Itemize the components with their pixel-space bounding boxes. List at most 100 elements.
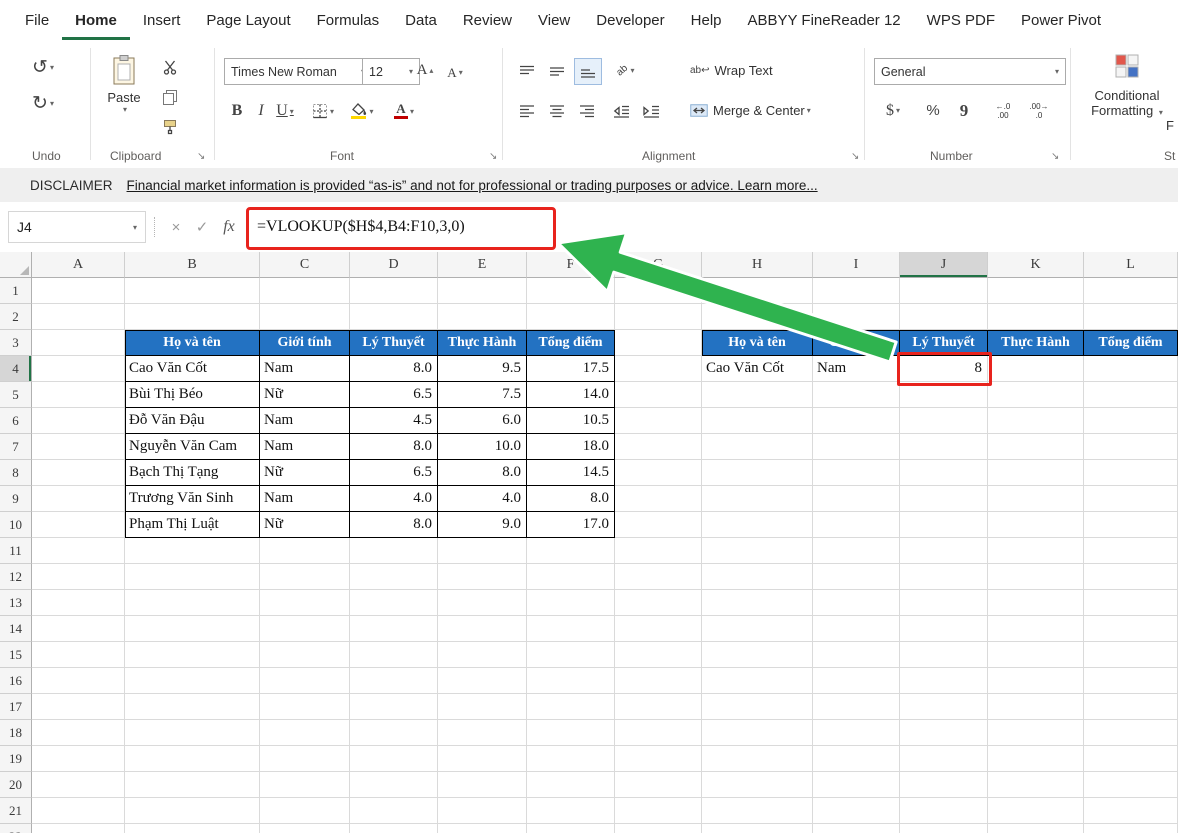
cell-B18[interactable]	[125, 720, 260, 746]
tab-wps-pdf[interactable]: WPS PDF	[914, 0, 1008, 40]
format-painter-button[interactable]	[158, 116, 182, 138]
cell-F21[interactable]	[527, 798, 615, 824]
cell-I22[interactable]	[813, 824, 900, 833]
cell-J17[interactable]	[900, 694, 988, 720]
cell-A2[interactable]	[32, 304, 125, 330]
cell-K21[interactable]	[988, 798, 1084, 824]
cell-B11[interactable]	[125, 538, 260, 564]
tab-help[interactable]: Help	[678, 0, 735, 40]
underline-button[interactable]: U▾	[272, 98, 298, 124]
cell-A3[interactable]	[32, 330, 125, 356]
cell-L20[interactable]	[1084, 772, 1178, 798]
cell-F4[interactable]: 17.5	[527, 356, 615, 382]
cell-D21[interactable]	[350, 798, 438, 824]
cell-J19[interactable]	[900, 746, 988, 772]
cell-E2[interactable]	[438, 304, 527, 330]
cell-E21[interactable]	[438, 798, 527, 824]
cell-G20[interactable]	[615, 772, 702, 798]
cell-F3[interactable]: Tổng điểm	[527, 330, 615, 356]
cell-K6[interactable]	[988, 408, 1084, 434]
cell-L2[interactable]	[1084, 304, 1178, 330]
cell-A5[interactable]	[32, 382, 125, 408]
cell-D12[interactable]	[350, 564, 438, 590]
cell-F15[interactable]	[527, 642, 615, 668]
cell-L6[interactable]	[1084, 408, 1178, 434]
cell-B12[interactable]	[125, 564, 260, 590]
cell-B10[interactable]: Phạm Thị Luật	[125, 512, 260, 538]
cell-I10[interactable]	[813, 512, 900, 538]
cell-K15[interactable]	[988, 642, 1084, 668]
cell-J8[interactable]	[900, 460, 988, 486]
row-header-7[interactable]: 7	[0, 434, 32, 460]
insert-function-button[interactable]: fx	[215, 218, 243, 236]
cell-B6[interactable]: Đỗ Văn Đậu	[125, 408, 260, 434]
cell-E7[interactable]: 10.0	[438, 434, 527, 460]
cell-C13[interactable]	[260, 590, 350, 616]
cell-J16[interactable]	[900, 668, 988, 694]
increase-indent-button[interactable]	[638, 98, 664, 123]
cell-H2[interactable]	[702, 304, 813, 330]
cell-G5[interactable]	[615, 382, 702, 408]
cell-H21[interactable]	[702, 798, 813, 824]
cell-K7[interactable]	[988, 434, 1084, 460]
cell-H17[interactable]	[702, 694, 813, 720]
tab-insert[interactable]: Insert	[130, 0, 194, 40]
select-all-corner[interactable]	[0, 252, 32, 278]
cell-K1[interactable]	[988, 278, 1084, 304]
cell-A17[interactable]	[32, 694, 125, 720]
cell-H19[interactable]	[702, 746, 813, 772]
cell-J3[interactable]: Lý Thuyết	[900, 330, 988, 356]
cell-A20[interactable]	[32, 772, 125, 798]
cell-E5[interactable]: 7.5	[438, 382, 527, 408]
cell-G9[interactable]	[615, 486, 702, 512]
cell-K2[interactable]	[988, 304, 1084, 330]
disclaimer-link[interactable]: Financial market information is provided…	[127, 178, 818, 193]
cell-J15[interactable]	[900, 642, 988, 668]
cell-I18[interactable]	[813, 720, 900, 746]
cell-K11[interactable]	[988, 538, 1084, 564]
paste-button[interactable]: Paste ▾	[98, 54, 150, 146]
column-header-K[interactable]: K	[988, 252, 1084, 278]
column-header-H[interactable]: H	[702, 252, 813, 278]
column-header-D[interactable]: D	[350, 252, 438, 278]
align-right-button[interactable]	[574, 98, 600, 123]
middle-align-button[interactable]	[544, 58, 570, 83]
row-header-12[interactable]: 12	[0, 564, 32, 590]
cell-L3[interactable]: Tổng điểm	[1084, 330, 1178, 356]
row-header-18[interactable]: 18	[0, 720, 32, 746]
tab-page-layout[interactable]: Page Layout	[193, 0, 303, 40]
cell-E8[interactable]: 8.0	[438, 460, 527, 486]
cell-D9[interactable]: 4.0	[350, 486, 438, 512]
cut-button[interactable]	[158, 56, 182, 78]
cell-F8[interactable]: 14.5	[527, 460, 615, 486]
cell-D6[interactable]: 4.5	[350, 408, 438, 434]
cell-D15[interactable]	[350, 642, 438, 668]
cell-A19[interactable]	[32, 746, 125, 772]
fill-color-button[interactable]: ▾	[346, 98, 378, 124]
increase-decimal-button[interactable]: ←.0.00	[988, 98, 1018, 123]
cell-C1[interactable]	[260, 278, 350, 304]
tab-data[interactable]: Data	[392, 0, 450, 40]
cell-L9[interactable]	[1084, 486, 1178, 512]
cell-D17[interactable]	[350, 694, 438, 720]
cell-I9[interactable]	[813, 486, 900, 512]
cell-G1[interactable]	[615, 278, 702, 304]
tab-view[interactable]: View	[525, 0, 583, 40]
cell-H4[interactable]: Cao Văn Cốt	[702, 356, 813, 382]
row-header-2[interactable]: 2	[0, 304, 32, 330]
cell-C9[interactable]: Nam	[260, 486, 350, 512]
cell-F2[interactable]	[527, 304, 615, 330]
cell-B16[interactable]	[125, 668, 260, 694]
font-name-select[interactable]: Times New Roman▾	[224, 58, 372, 85]
cell-L21[interactable]	[1084, 798, 1178, 824]
name-box[interactable]: J4 ▾	[8, 211, 146, 243]
cell-B7[interactable]: Nguyễn Văn Cam	[125, 434, 260, 460]
cell-L12[interactable]	[1084, 564, 1178, 590]
cell-E19[interactable]	[438, 746, 527, 772]
cell-F10[interactable]: 17.0	[527, 512, 615, 538]
cell-B2[interactable]	[125, 304, 260, 330]
cell-F5[interactable]: 14.0	[527, 382, 615, 408]
decrease-indent-button[interactable]	[608, 98, 634, 123]
cell-I11[interactable]	[813, 538, 900, 564]
row-header-20[interactable]: 20	[0, 772, 32, 798]
